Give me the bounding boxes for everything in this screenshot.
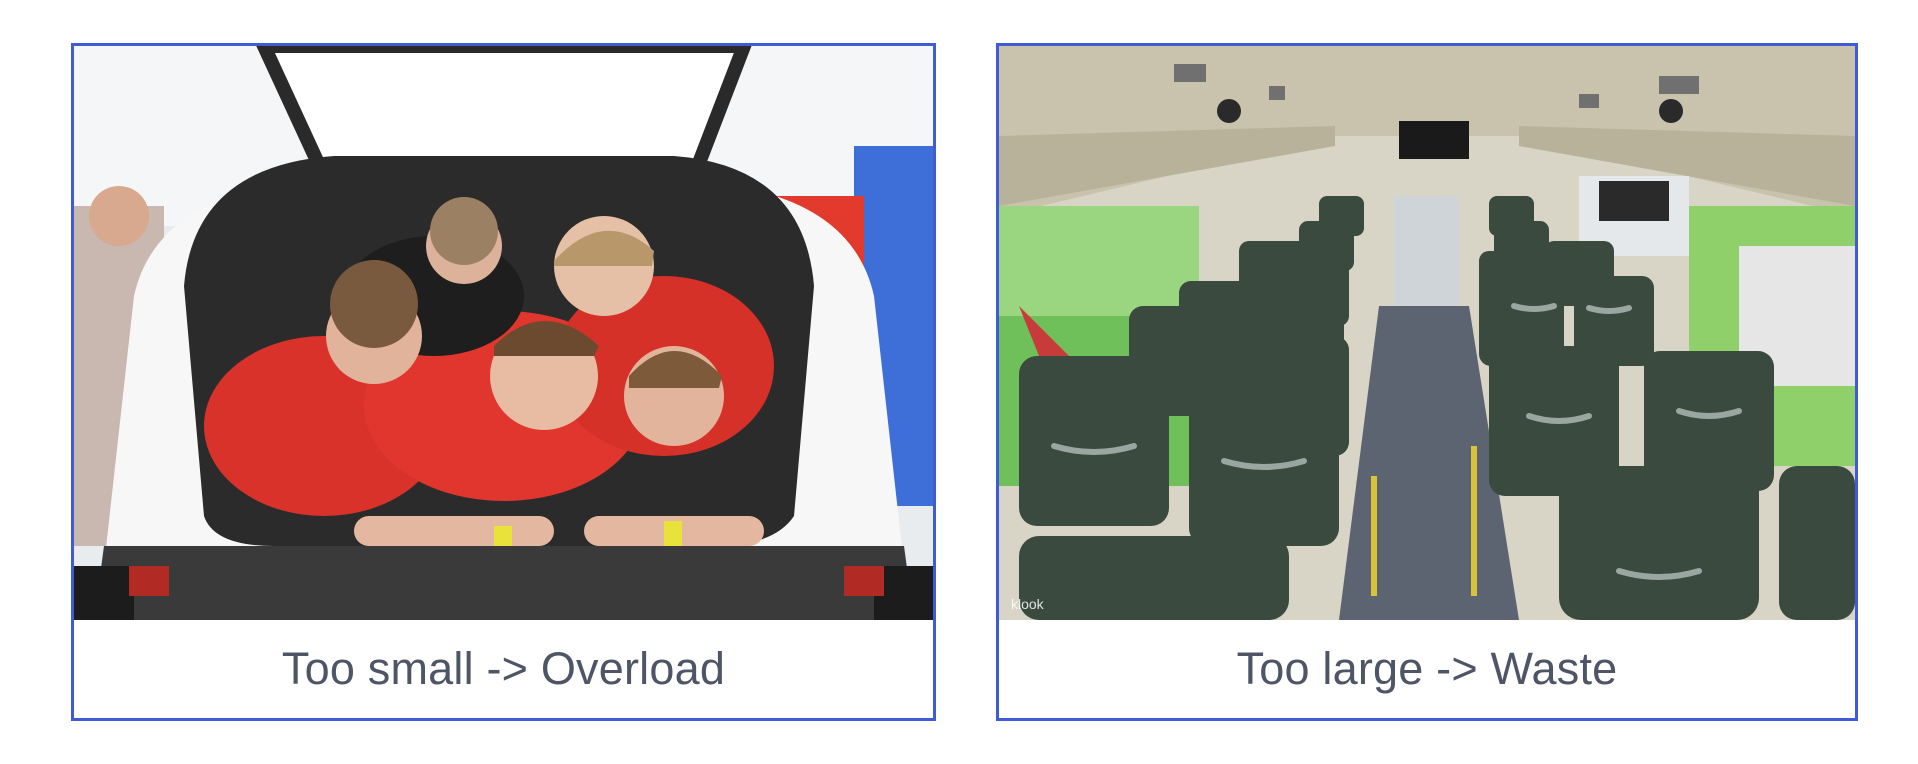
car-trunk-illustration bbox=[74, 46, 933, 620]
panel-too-small: Too small -> Overload bbox=[71, 43, 936, 721]
bus-interior-photo: klook bbox=[999, 46, 1855, 620]
panel-caption: Too small -> Overload bbox=[281, 643, 726, 694]
panel-too-large: klook Too large -> Waste bbox=[996, 43, 1858, 721]
bus-interior-illustration bbox=[999, 46, 1855, 620]
panel-caption: Too large -> Waste bbox=[1236, 643, 1618, 694]
car-trunk-photo bbox=[74, 46, 933, 620]
klook-watermark: klook bbox=[1011, 596, 1044, 612]
